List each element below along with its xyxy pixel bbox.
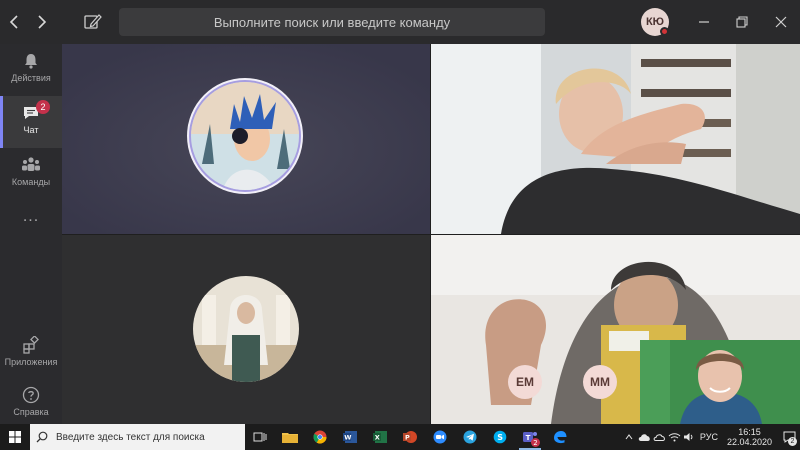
rail-item-help[interactable]: Справка (0, 378, 62, 430)
chevron-left-icon (9, 15, 18, 29)
taskbar-teams[interactable]: T 2 (515, 424, 545, 450)
close-icon (775, 16, 787, 28)
new-chat-button[interactable] (82, 11, 104, 33)
tray-overflow-button[interactable] (622, 424, 637, 450)
taskbar-clock[interactable]: 16:15 22.04.2020 (727, 427, 772, 447)
taskbar-search-placeholder: Введите здесь текст для поиска (56, 431, 205, 443)
help-icon (22, 386, 40, 404)
taskbar-word[interactable]: W (335, 424, 365, 450)
edge-icon (554, 431, 567, 444)
word-icon: W (343, 431, 357, 443)
self-view-feed (640, 340, 800, 424)
clock-time: 16:15 (738, 427, 761, 437)
participant-initials: ММ (590, 375, 610, 389)
taskbar-powerpoint[interactable]: P (395, 424, 425, 450)
rail-item-label: Действия (11, 73, 51, 83)
svg-text:X: X (375, 434, 380, 442)
excel-icon: X (373, 431, 387, 443)
chevron-right-icon (38, 15, 47, 29)
back-button[interactable] (0, 0, 28, 44)
system-tray: РУС 16:15 22.04.2020 2 (622, 424, 800, 450)
compose-icon (84, 14, 102, 29)
search-icon (36, 431, 48, 443)
taskbar-telegram[interactable] (455, 424, 485, 450)
tray-volume[interactable] (682, 424, 697, 450)
svg-text:T: T (526, 434, 531, 442)
participant-video-tile[interactable] (431, 44, 800, 234)
minimize-icon (699, 21, 709, 23)
chevron-up-icon (626, 434, 633, 440)
start-button[interactable] (0, 424, 30, 450)
svg-text:S: S (497, 433, 503, 442)
clock-date: 22.04.2020 (726, 437, 772, 447)
rail-item-more[interactable]: ... (0, 204, 62, 256)
taskbar-search-input[interactable]: Введите здесь текст для поиска (30, 424, 245, 450)
close-button[interactable] (763, 0, 799, 44)
rail-item-label: Чат (23, 125, 39, 135)
windows-taskbar: Введите здесь текст для поиска W X P S T… (0, 424, 800, 450)
rail-item-teams[interactable]: Команды (0, 148, 62, 200)
speaker-icon (684, 433, 693, 441)
teams-icon (22, 157, 40, 171)
windows-logo-icon (9, 431, 21, 443)
participant-video-feed (431, 44, 800, 234)
participant-tile[interactable] (62, 44, 430, 234)
teams-taskbar-badge: 2 (531, 438, 540, 447)
teams-app-window: Выполните поиск или введите команду КЮ Д… (0, 0, 800, 450)
participant-avatar-image (62, 44, 430, 234)
svg-text:P: P (405, 434, 410, 442)
more-icon: ... (22, 208, 40, 225)
presence-status-badge (660, 27, 669, 36)
cloud-icon (638, 434, 650, 441)
app-rail: Действия Чат 2 Команды ... Приложения Сп… (0, 44, 62, 424)
tray-onedrive-2[interactable] (652, 424, 667, 450)
participant-photo-avatar (62, 235, 430, 424)
self-view-video[interactable] (640, 340, 800, 424)
task-view-icon (253, 432, 267, 442)
taskbar-zoom[interactable] (425, 424, 455, 450)
maximize-button[interactable] (724, 0, 760, 44)
participant-tile[interactable] (62, 235, 430, 424)
skype-icon: S (493, 430, 507, 444)
folder-icon (282, 433, 298, 443)
taskbar-excel[interactable]: X (365, 424, 395, 450)
notification-count: 2 (788, 437, 797, 446)
apps-icon (23, 336, 39, 354)
taskbar-chrome[interactable] (305, 424, 335, 450)
forward-button[interactable] (28, 0, 56, 44)
rail-item-apps[interactable]: Приложения (0, 328, 62, 380)
taskbar-edge[interactable] (545, 424, 575, 450)
minimize-button[interactable] (686, 0, 722, 44)
zoom-icon (433, 430, 447, 444)
taskbar-skype[interactable]: S (485, 424, 515, 450)
tray-network[interactable] (667, 424, 682, 450)
chrome-icon (313, 430, 327, 444)
search-placeholder: Выполните поиск или введите команду (213, 14, 451, 30)
tray-onedrive[interactable] (637, 424, 652, 450)
wifi-icon (668, 433, 681, 442)
taskbar-file-explorer[interactable] (275, 424, 305, 450)
rail-item-label: Команды (11, 177, 51, 187)
user-initials: КЮ (645, 16, 665, 28)
rail-item-chat[interactable]: Чат 2 (0, 96, 62, 148)
rail-item-activity[interactable]: Действия (0, 44, 62, 96)
svg-text:W: W (344, 434, 351, 442)
telegram-icon (463, 430, 477, 444)
participant-initials-chip[interactable]: ММ (583, 365, 617, 399)
notification-center-button[interactable]: 2 (778, 424, 800, 450)
bell-icon (25, 54, 37, 69)
powerpoint-icon: P (403, 431, 417, 443)
search-input[interactable]: Выполните поиск или введите команду (119, 8, 545, 36)
rail-item-label: Справка (13, 407, 49, 417)
participant-initials: ЕМ (516, 375, 534, 389)
cloud-outline-icon (653, 434, 665, 441)
participant-initials-chip[interactable]: ЕМ (508, 365, 542, 399)
input-language[interactable]: РУС (700, 432, 718, 442)
rail-item-label: Приложения (4, 357, 58, 367)
chat-unread-badge: 2 (36, 100, 50, 114)
restore-icon (736, 16, 748, 28)
task-view-button[interactable] (245, 424, 275, 450)
